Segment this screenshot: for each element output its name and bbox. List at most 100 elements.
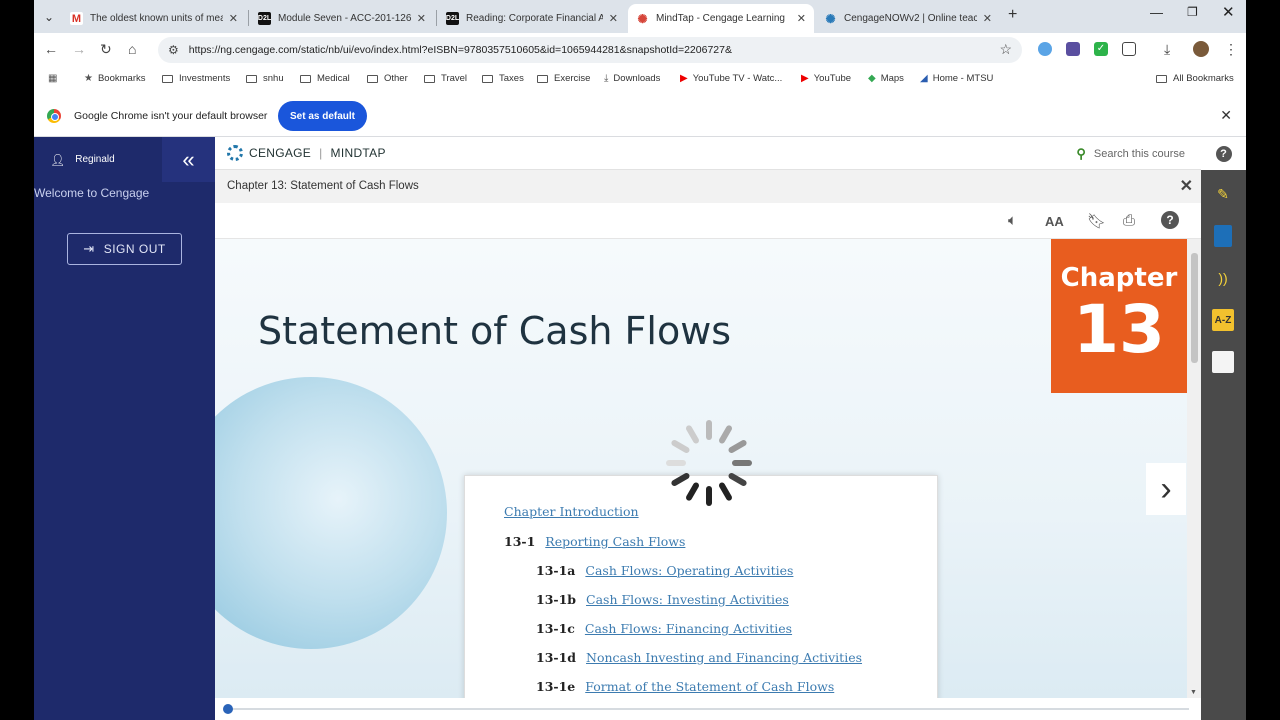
tab-cengagenow[interactable]: ✺ CengageNOWv2 | Online teach ✕ bbox=[816, 4, 1000, 33]
tab-divider bbox=[248, 10, 249, 26]
text-size-button[interactable]: AA bbox=[1045, 214, 1064, 229]
extension-icon[interactable] bbox=[1066, 42, 1080, 56]
browser-toolbar: ← → ↻ ⌂ ⚙ https://ng.cengage.com/static/… bbox=[34, 33, 1246, 66]
close-reader-button[interactable]: ✕ bbox=[1180, 176, 1193, 196]
close-icon[interactable]: ✕ bbox=[983, 12, 992, 25]
bookmark-downloads[interactable]: ⤓ Downloads bbox=[604, 73, 660, 84]
tab-strip: ⌄ M The oldest known units of mea ✕ D2L … bbox=[34, 0, 1246, 33]
scrollbar-thumb[interactable] bbox=[1191, 253, 1198, 363]
toc-link[interactable]: Format of the Statement of Cash Flows bbox=[585, 679, 834, 694]
back-button[interactable]: ← bbox=[44, 41, 58, 57]
bookmark-label: Investments bbox=[179, 73, 231, 84]
restore-button[interactable]: ❐ bbox=[1187, 5, 1198, 19]
tab-reading[interactable]: D2L Reading: Corporate Financial A ✕ bbox=[438, 4, 626, 33]
highlighter-icon[interactable]: ✎ bbox=[1212, 183, 1234, 205]
bookmark-icon[interactable]: 🔖︎ bbox=[1087, 212, 1106, 230]
folder-icon bbox=[367, 74, 378, 83]
toc-item[interactable]: 13-1c Cash Flows: Financing Activities bbox=[536, 621, 792, 636]
bookmark-star-icon[interactable]: ☆ bbox=[999, 41, 1012, 58]
loading-spinner-icon bbox=[666, 420, 752, 506]
site-info-icon[interactable]: ⚙ bbox=[168, 43, 179, 57]
course-search[interactable]: ⚲ Search this course bbox=[1076, 146, 1185, 162]
close-icon[interactable]: ✕ bbox=[1220, 107, 1232, 124]
bookmark-mtsu[interactable]: ◢ Home - MTSU bbox=[920, 73, 993, 84]
read-aloud-icon[interactable]: 🔈︎ bbox=[1008, 212, 1017, 229]
avatar[interactable] bbox=[1193, 41, 1209, 57]
bookmark-maps[interactable]: ◆ Maps bbox=[868, 73, 904, 84]
toc-item[interactable]: 13-1 Reporting Cash Flows bbox=[504, 534, 685, 549]
welcome-text: Welcome to Cengage bbox=[34, 186, 150, 200]
tab-gmail[interactable]: M The oldest known units of mea ✕ bbox=[62, 4, 246, 33]
cengage-mindtap-logo[interactable]: CENGAGE | MINDTAP bbox=[227, 145, 386, 161]
d2l-icon: D2L bbox=[258, 12, 271, 25]
toc-item[interactable]: 13-1d Noncash Investing and Financing Act… bbox=[536, 650, 862, 665]
notebook-icon[interactable] bbox=[1214, 225, 1232, 247]
bookmark-other[interactable]: Other bbox=[367, 73, 408, 84]
url-text[interactable]: https://ng.cengage.com/static/nb/ui/evo/… bbox=[189, 44, 732, 56]
content-scrollbar[interactable]: ▼ bbox=[1187, 239, 1201, 698]
glossary-az-icon[interactable]: A-Z bbox=[1212, 309, 1234, 331]
help-icon[interactable]: ? bbox=[1161, 211, 1179, 229]
toc-number: 13-1b bbox=[536, 592, 577, 607]
notes-icon[interactable] bbox=[1212, 351, 1234, 373]
user-name: Reginald bbox=[75, 154, 115, 165]
tab-title: Module Seven - ACC-201-1260 bbox=[278, 13, 411, 24]
progress-handle[interactable] bbox=[223, 704, 233, 714]
all-bookmarks[interactable]: All Bookmarks bbox=[1156, 73, 1234, 84]
bookmark-snhu[interactable]: snhu bbox=[246, 73, 284, 84]
reload-button[interactable]: ↻ bbox=[100, 41, 112, 58]
toc-link[interactable]: Noncash Investing and Financing Activiti… bbox=[586, 650, 862, 665]
close-icon[interactable]: ✕ bbox=[229, 12, 238, 25]
scroll-down-icon[interactable]: ▼ bbox=[1190, 689, 1197, 696]
toc-item[interactable]: 13-1b Cash Flows: Investing Activities bbox=[536, 592, 789, 607]
minimize-button[interactable]: — bbox=[1150, 5, 1163, 20]
close-icon[interactable]: ✕ bbox=[609, 12, 618, 25]
set-default-button[interactable]: Set as default bbox=[278, 101, 367, 131]
bookmark-investments[interactable]: Investments bbox=[162, 73, 230, 84]
puzzle-icon[interactable] bbox=[1122, 42, 1136, 56]
toc-item[interactable]: 13-1e Format of the Statement of Cash Flo… bbox=[536, 679, 834, 694]
toc-link[interactable]: Cash Flows: Investing Activities bbox=[586, 592, 789, 607]
read-aloud-app-icon[interactable]: )) bbox=[1212, 267, 1234, 289]
bookmark-exercise[interactable]: Exercise bbox=[537, 73, 590, 84]
bookmark-taxes[interactable]: Taxes bbox=[482, 73, 524, 84]
close-icon[interactable]: ✕ bbox=[797, 12, 806, 25]
next-page-button[interactable]: › bbox=[1146, 463, 1186, 515]
new-tab-button[interactable]: + bbox=[1008, 6, 1017, 24]
tab-mindtap[interactable]: ✺ MindTap - Cengage Learning ✕ bbox=[628, 4, 814, 33]
bookmark-label: All Bookmarks bbox=[1173, 73, 1234, 84]
toc-number: 13-1d bbox=[536, 650, 577, 665]
user-menu[interactable]: 👤︎ Reginald bbox=[34, 137, 162, 182]
toc-link[interactable]: Cash Flows: Operating Activities bbox=[585, 563, 793, 578]
toc-link[interactable]: Chapter Introduction bbox=[504, 504, 639, 519]
bookmark-bookmarks[interactable]: ★ Bookmarks bbox=[84, 73, 145, 84]
sign-out-button[interactable]: ⇥ SIGN OUT bbox=[67, 233, 182, 265]
home-button[interactable]: ⌂ bbox=[128, 41, 136, 57]
address-bar[interactable]: ⚙ https://ng.cengage.com/static/nb/ui/ev… bbox=[158, 37, 1022, 63]
forward-button[interactable]: → bbox=[72, 41, 86, 57]
tab-module-seven[interactable]: D2L Module Seven - ACC-201-1260 ✕ bbox=[250, 4, 434, 33]
toc-item[interactable]: Chapter Introduction bbox=[504, 504, 639, 519]
toc-number: 13-1c bbox=[536, 621, 575, 636]
collapse-nav-button[interactable]: « bbox=[162, 137, 215, 182]
apps-icon[interactable]: ▦ bbox=[48, 73, 62, 84]
bookmark-youtube[interactable]: ▶ YouTube bbox=[801, 73, 851, 84]
global-help-button[interactable]: ? bbox=[1201, 137, 1246, 170]
toc-link[interactable]: Cash Flows: Financing Activities bbox=[585, 621, 792, 636]
bookmark-travel[interactable]: Travel bbox=[424, 73, 467, 84]
folder-icon bbox=[246, 74, 257, 83]
cloud-extension-icon[interactable] bbox=[1038, 42, 1052, 56]
download-icon[interactable]: ⤓ bbox=[1164, 41, 1170, 58]
bookmark-medical[interactable]: Medical bbox=[300, 73, 350, 84]
print-icon[interactable]: ⎙ bbox=[1123, 212, 1135, 229]
close-icon[interactable]: ✕ bbox=[417, 12, 426, 25]
tab-search-button[interactable]: ⌄ bbox=[38, 6, 60, 28]
bookmark-youtube-tv[interactable]: ▶ YouTube TV - Watc... bbox=[680, 73, 782, 84]
tab-title: MindTap - Cengage Learning bbox=[656, 13, 785, 24]
menu-icon[interactable]: ⋮ bbox=[1224, 41, 1238, 58]
toc-item[interactable]: 13-1a Cash Flows: Operating Activities bbox=[536, 563, 793, 578]
close-window-button[interactable]: ✕ bbox=[1222, 3, 1235, 21]
toc-link[interactable]: Reporting Cash Flows bbox=[545, 534, 685, 549]
check-extension-icon[interactable]: ✓ bbox=[1094, 42, 1108, 56]
reading-progress[interactable] bbox=[215, 698, 1201, 720]
